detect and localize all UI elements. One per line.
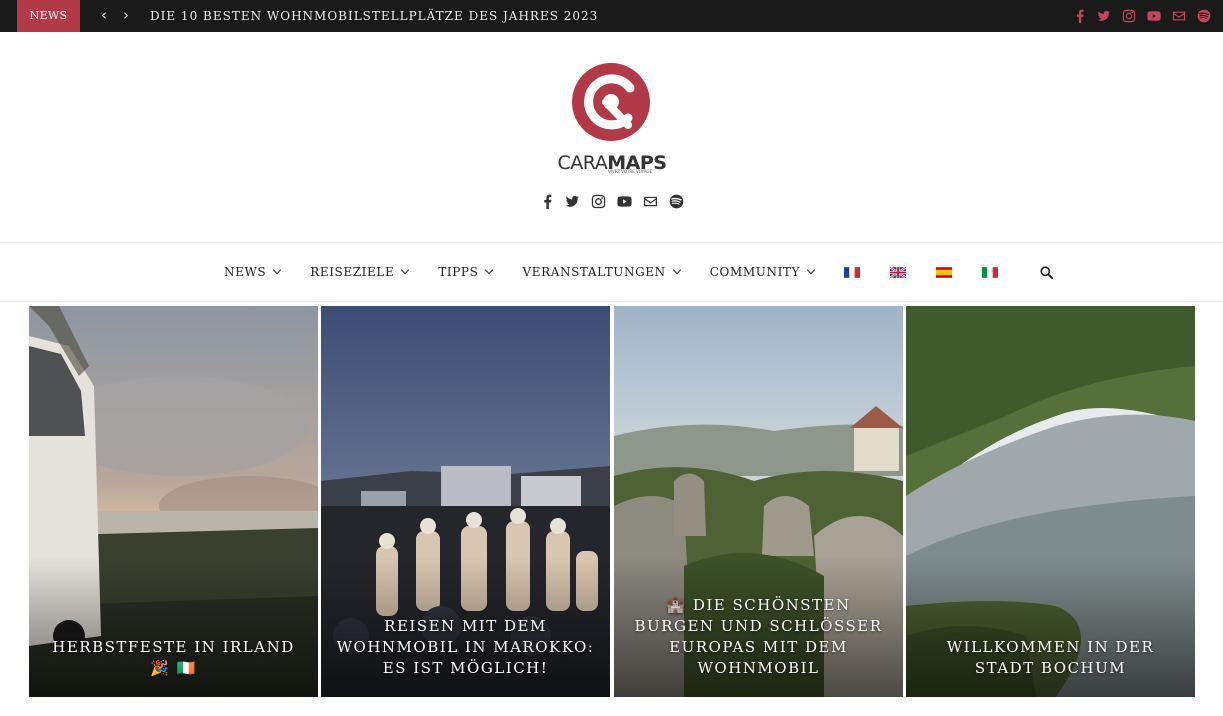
top-bar: NEWS ‹ › DIE 10 BESTEN WOHNMOBILSTELLPLÄ… (0, 0, 1223, 32)
nav-menu: NEWS REISEZIELE TIPPS VERANSTALTUNGEN CO… (224, 243, 1054, 301)
caramaps-logo-mark (572, 63, 650, 141)
nav-item-community[interactable]: COMMUNITY (709, 265, 816, 279)
facebook-icon[interactable] (539, 194, 554, 209)
chevron-down-icon (672, 265, 682, 275)
news-badge: NEWS (17, 0, 80, 32)
chevron-left-icon[interactable]: ‹ (95, 0, 113, 32)
twitter-icon[interactable] (565, 194, 580, 209)
nav-item-veranstaltungen[interactable]: VERANSTALTUNGEN (522, 265, 682, 279)
top-social-links (1072, 0, 1211, 32)
nav-item-label: REISEZIELE (310, 265, 395, 279)
featured-post-card[interactable]: HERBSTFESTE IN IRLAND 🎉 🇮🇪 (29, 306, 318, 697)
es-flag-icon[interactable] (936, 266, 953, 278)
envelope-icon[interactable] (643, 194, 658, 209)
spotify-icon[interactable] (1197, 9, 1211, 23)
header-social-links (539, 194, 684, 209)
twitter-icon[interactable] (1097, 9, 1111, 23)
envelope-icon[interactable] (1172, 9, 1186, 23)
chevron-down-icon (272, 265, 282, 275)
nav-item-reiseziele[interactable]: REISEZIELE (310, 265, 410, 279)
youtube-icon[interactable] (1147, 9, 1161, 23)
spotify-icon[interactable] (669, 194, 684, 209)
featured-post-card[interactable]: 🏰 DIE SCHÖNSTEN BURGEN UND SCHLÖSSER EUR… (614, 306, 903, 697)
chevron-down-icon (485, 265, 494, 275)
featured-post-card[interactable]: REISEN MIT DEM WOHNMOBIL IN MAROKKO: ES … (321, 306, 610, 697)
nav-item-news[interactable]: NEWS (224, 265, 282, 279)
post-title[interactable]: HERBSTFESTE IN IRLAND 🎉 🇮🇪 (43, 637, 304, 679)
it-flag-icon[interactable] (982, 266, 999, 278)
post-title[interactable]: REISEN MIT DEM WOHNMOBIL IN MAROKKO: ES … (335, 616, 596, 679)
chevron-down-icon (806, 265, 816, 275)
post-title[interactable]: WILLKOMMEN IN DER STADT BOCHUM (920, 637, 1181, 679)
chevron-down-icon (401, 265, 410, 275)
facebook-icon[interactable] (1072, 9, 1086, 23)
nav-item-label: COMMUNITY (709, 265, 801, 279)
logo-tagline: VIVEZ VOTRE VOYAGE (608, 169, 653, 174)
featured-posts-carousel: HERBSTFESTE IN IRLAND 🎉 🇮🇪 REISEN MIT DE (29, 306, 1195, 697)
nav-item-tipps[interactable]: TIPPS (438, 265, 494, 279)
search-icon[interactable] (1040, 265, 1054, 279)
news-ticker-headline[interactable]: DIE 10 BESTEN WOHNMOBILSTELLPLÄTZE DES J… (150, 0, 598, 32)
main-navigation: NEWS REISEZIELE TIPPS VERANSTALTUNGEN CO… (0, 242, 1223, 302)
uk-flag-icon[interactable] (890, 266, 907, 278)
fr-flag-icon[interactable] (844, 266, 861, 278)
chevron-right-icon[interactable]: › (117, 0, 135, 32)
site-logo[interactable]: CARAMAPS VIVEZ VOTRE VOYAGE (556, 58, 668, 178)
nav-item-label: VERANSTALTUNGEN (522, 265, 666, 279)
instagram-icon[interactable] (591, 194, 606, 209)
post-title[interactable]: 🏰 DIE SCHÖNSTEN BURGEN UND SCHLÖSSER EUR… (628, 595, 889, 679)
youtube-icon[interactable] (617, 194, 632, 209)
featured-post-card[interactable]: WILLKOMMEN IN DER STADT BOCHUM (906, 306, 1195, 697)
instagram-icon[interactable] (1122, 9, 1136, 23)
nav-item-label: TIPPS (438, 265, 479, 279)
nav-item-label: NEWS (224, 265, 267, 279)
